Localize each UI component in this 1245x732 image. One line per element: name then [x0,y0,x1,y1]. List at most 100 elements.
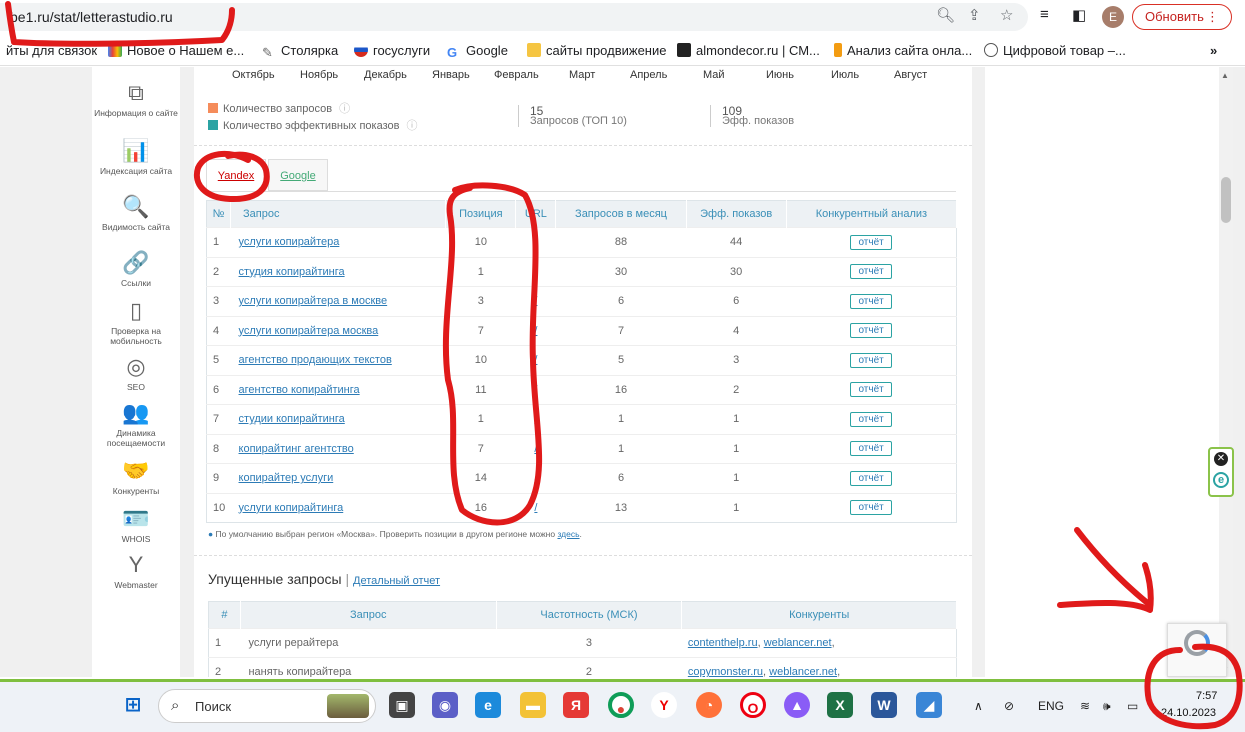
report-button[interactable]: отчёт [850,441,892,457]
bookmark-item[interactable]: Цифровой товар –... [984,43,1126,58]
bookmark-item[interactable]: Анализ сайта онла... [834,43,972,58]
query-link[interactable]: услуги копирайтера в москве [239,295,388,307]
query-link[interactable]: копирайтинг агентство [239,443,354,455]
close-icon[interactable]: ✕ [1214,452,1228,466]
sidebar-item-seo[interactable]: ◎ SEO [92,355,180,393]
region-link[interactable]: здесь [557,529,579,539]
sidebar-item-info[interactable]: ⧉ Информация о сайте [92,81,180,119]
report-button[interactable]: отчёт [850,293,892,309]
alice-icon[interactable]: ▲ [784,692,810,718]
teams-chat-icon[interactable]: ◉ [432,692,458,718]
bookmark-item[interactable]: G Google [447,43,508,60]
chrome-browser-icon[interactable]: ● [608,692,634,718]
yandex-icon[interactable]: Y [651,692,677,718]
url-link[interactable]: / [534,443,537,455]
query-link[interactable]: агентство продающих текстов [239,354,392,366]
address-bar[interactable]: be1.ru/stat/letterastudio.ru [0,3,1028,31]
report-button[interactable]: отчёт [850,352,892,368]
page-scrollbar[interactable]: ▲ ▼ [1219,67,1233,677]
query-link[interactable]: копирайтер услуги [239,472,334,484]
clock-time[interactable]: 7:57 [1196,690,1217,702]
report-button[interactable]: отчёт [850,500,892,516]
url-link[interactable]: / [534,325,537,337]
windows-start-icon[interactable]: ⊞ [120,692,146,718]
report-button[interactable]: отчёт [850,323,892,339]
competitor-link[interactable]: weblancer.net [764,637,832,649]
info-icon[interactable]: ⓘ [407,120,418,132]
sidebar-item-competitors[interactable]: 🤝 Конкуренты [92,459,180,497]
yandex-browser-icon[interactable]: Я [563,692,589,718]
query-link[interactable]: услуги копирайтинга [239,502,344,514]
task-view-icon[interactable]: ▣ [389,692,415,718]
side-panel-icon[interactable]: ◧ [1072,6,1086,24]
file-explorer-icon[interactable]: ▬ [520,692,546,718]
tray-security-icon[interactable]: ⊘ [1004,699,1014,713]
sidebar-item-whois[interactable]: 🪪 WHOIS [92,507,180,545]
bookmark-item[interactable]: Новое о Нашем е... [108,43,244,58]
scrollbar-thumb[interactable] [1221,177,1231,223]
url-link[interactable]: / [534,236,537,248]
bookmark-item[interactable]: йты для связок [6,43,97,58]
monthly-requests-cell: 7 [555,315,687,346]
query-link[interactable]: услуги копирайтера москва [239,325,379,337]
extension-e-icon[interactable]: e [1213,472,1229,488]
bookmark-item[interactable]: госуслуги [354,43,430,58]
url-link[interactable]: / [534,502,537,514]
competitor-link[interactable]: copymonster.ru [688,666,763,677]
query-link[interactable]: услуги копирайтера [239,236,340,248]
photos-icon[interactable]: ◢ [916,692,942,718]
url-text[interactable]: be1.ru/stat/letterastudio.ru [10,9,173,25]
opera-icon[interactable]: O [740,692,766,718]
sidebar-item-visibility[interactable]: 🔍 Видимость сайта [92,195,180,233]
star-icon[interactable]: ☆ [1000,6,1013,24]
competitor-link[interactable]: contenthelp.ru [688,637,758,649]
tray-expand-icon[interactable]: ∧ [974,699,983,713]
input-language[interactable]: ENG [1038,699,1064,713]
bookmarks-overflow-button[interactable]: » [1210,43,1217,58]
extension-widget[interactable]: ✕ e [1208,447,1234,497]
zoom-icon[interactable]: 🔍︎ [936,6,955,24]
profile-avatar[interactable]: E [1102,6,1124,28]
report-button[interactable]: отчёт [850,234,892,250]
update-button[interactable]: Обновить ⋮ [1132,4,1232,30]
bookmark-item[interactable]: almondecor.ru | СМ... [677,43,820,58]
clock-date[interactable]: 24.10.2023 [1161,707,1216,719]
bookmark-item[interactable]: сайты продвижение [527,43,666,58]
recaptcha-badge[interactable] [1167,623,1227,677]
tab-google[interactable]: Google [268,159,328,191]
bookmark-item[interactable]: ✎ Столярка [262,43,338,60]
report-button[interactable]: отчёт [850,382,892,398]
detail-report-link[interactable]: Детальный отчет [353,575,440,587]
query-link[interactable]: студия копирайтинга [239,266,345,278]
url-link[interactable]: / [534,472,537,484]
sidebar-item-links[interactable]: 🔗 Ссылки [92,251,180,289]
volume-icon[interactable]: 🕪 [1103,699,1111,714]
sidebar-item-traffic[interactable]: 👥 Динамика посещаемости [92,401,180,449]
competitor-link[interactable]: weblancer.net [769,666,837,677]
word-icon[interactable]: W [871,692,897,718]
url-link[interactable]: / [534,413,537,425]
report-button[interactable]: отчёт [850,411,892,427]
query-link[interactable]: агентство копирайтинга [239,384,360,396]
sidebar-item-webmaster[interactable]: Y Webmaster [92,553,180,591]
report-button[interactable]: отчёт [850,264,892,280]
url-link[interactable]: / [534,295,537,307]
tab-yandex[interactable]: Yandex [206,159,266,191]
query-link[interactable]: студии копирайтинга [239,413,345,425]
taskbar-search[interactable]: ⌕ Поиск [158,689,376,723]
report-button[interactable]: отчёт [850,470,892,486]
url-link[interactable]: / [534,354,537,366]
sidebar-item-indexing[interactable]: 📊 Индексация сайта [92,139,180,177]
excel-icon[interactable]: X [827,692,853,718]
url-link[interactable]: / [534,266,537,278]
share-icon[interactable]: ⇪ [968,6,981,24]
firefox-icon[interactable]: ◔ [696,692,722,718]
battery-icon[interactable]: ▭ [1127,699,1138,713]
edge-browser-icon[interactable]: e [475,692,501,718]
scroll-up-arrow-icon[interactable]: ▲ [1221,71,1229,80]
info-icon[interactable]: ⓘ [339,103,350,115]
url-link[interactable]: / [534,384,537,396]
reading-list-icon[interactable]: ≡ [1040,6,1049,23]
sidebar-item-mobile[interactable]: ▯ Проверка на мобильность [92,299,180,347]
wifi-icon[interactable]: ≋ [1080,699,1090,713]
